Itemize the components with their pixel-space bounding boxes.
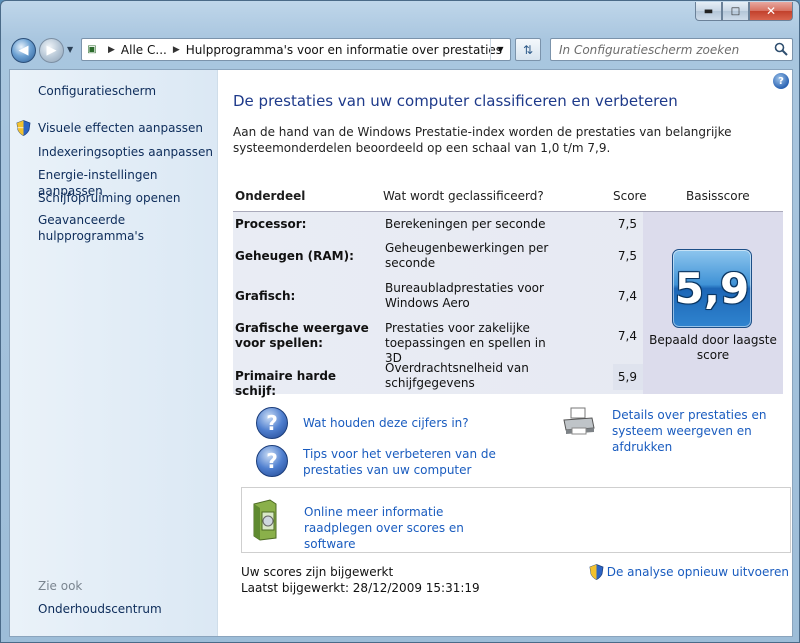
header-component: Onderdeel xyxy=(235,189,306,203)
address-dropdown-icon[interactable]: ▼ xyxy=(490,39,510,60)
page-title: De prestaties van uw computer classifice… xyxy=(233,92,678,110)
row-component: Primaire harde schijf: xyxy=(235,369,337,398)
improve-tips-link[interactable]: Tips voor het verbeteren van de prestati… xyxy=(303,446,503,478)
caption-buttons: ▬ □ ✕ xyxy=(695,2,793,21)
row-score-lowest: 5,9 xyxy=(613,364,643,390)
search-input[interactable]: In Configuratiescherm zoeken xyxy=(550,38,793,61)
control-panel-window: ▬ □ ✕ ◀ ▶ ▼ ▣ ▶ Alle C... ▶ Hulpprogramm… xyxy=(0,0,800,643)
maximize-button[interactable]: □ xyxy=(722,2,749,21)
page-description: Aan de hand van de Windows Prestatie-ind… xyxy=(233,125,732,155)
breadcrumb-chevron-icon[interactable]: ▶ xyxy=(108,45,115,55)
row-score: 7,4 xyxy=(617,329,637,343)
header-rated: Wat wordt geclassificeerd? xyxy=(383,189,544,203)
client-area: Configuratiescherm Visuele effecten aanp… xyxy=(9,69,793,637)
update-status: Uw scores zijn bijgewerkt Laatst bijgewe… xyxy=(241,564,480,596)
rerun-label[interactable]: De analyse opnieuw uitvoeren xyxy=(607,565,789,579)
row-score: 7,5 xyxy=(617,249,637,263)
breadcrumb-current[interactable]: Hulpprogramma's voor en informatie over … xyxy=(186,43,502,57)
main-content: ? De prestaties van uw computer classifi… xyxy=(219,70,793,636)
navigation-bar: ◀ ▶ ▼ ▣ ▶ Alle C... ▶ Hulpprogramma's vo… xyxy=(9,35,793,65)
uac-shield-icon xyxy=(589,564,604,580)
table-row: Grafisch: Bureaubladprestaties voor Wind… xyxy=(233,280,643,320)
sidebar-item-indexing-options[interactable]: Indexeringsopties aanpassen xyxy=(38,144,213,160)
details-print-link[interactable]: Details over prestaties en systeem weerg… xyxy=(612,407,797,455)
minimize-button[interactable]: ▬ xyxy=(695,2,722,21)
arrow-right-icon: ▶ xyxy=(46,43,57,58)
refresh-button[interactable]: ⇅ xyxy=(515,38,541,61)
question-icon: ? xyxy=(256,407,288,439)
rerun-assessment-link[interactable]: De analyse opnieuw uitvoeren xyxy=(589,564,789,580)
table-header: Onderdeel Wat wordt geclassificeerd? Sco… xyxy=(233,181,783,212)
sidebar-home-link[interactable]: Configuratiescherm xyxy=(38,83,156,99)
refresh-icon: ⇅ xyxy=(522,42,534,57)
breadcrumb-root[interactable]: Alle C... xyxy=(121,43,167,57)
table-body: Processor: Berekeningen per seconde 7,5 … xyxy=(233,212,783,398)
row-rated: Overdrachtsnelheid van schijfgegevens xyxy=(385,361,529,390)
row-score: 7,5 xyxy=(617,217,637,231)
base-score-caption: Bepaald door laagste score xyxy=(649,333,777,362)
printer-icon xyxy=(563,407,595,435)
table-row: Grafische weergave voor spellen: Prestat… xyxy=(233,320,643,365)
search-icon[interactable] xyxy=(774,42,788,56)
row-rated: Berekeningen per seconde xyxy=(385,217,546,231)
help-icon: ? xyxy=(778,75,784,87)
row-component: Processor: xyxy=(235,217,307,231)
sidebar-item-advanced-tools[interactable]: Geavanceerde hulpprogramma's xyxy=(38,212,158,244)
base-score-panel: 5,9 Bepaald door laagste score xyxy=(643,212,783,394)
software-box-icon xyxy=(253,499,277,541)
row-rated: Bureaubladprestaties voor Windows Aero xyxy=(385,281,544,310)
address-bar[interactable]: ▣ ▶ Alle C... ▶ Hulpprogramma's voor en … xyxy=(81,38,511,61)
sidebar-item-disk-cleanup[interactable]: Schijfopruiming openen xyxy=(38,190,181,206)
table-row: Primaire harde schijf: Overdrachtsnelhei… xyxy=(233,360,643,400)
breadcrumb-chevron-icon[interactable]: ▶ xyxy=(173,45,180,55)
back-button[interactable]: ◀ xyxy=(11,38,36,63)
row-component: Grafische weergave voor spellen: xyxy=(235,321,369,350)
status-line-updated: Uw scores zijn bijgewerkt xyxy=(241,565,394,579)
header-base-score: Basisscore xyxy=(686,189,750,203)
row-component: Grafisch: xyxy=(235,289,296,303)
status-line-last-updated: Laatst bijgewerkt: 28/12/2009 15:31:19 xyxy=(241,581,480,595)
arrow-left-icon: ◀ xyxy=(18,43,29,58)
online-info-box: Online meer informatie raadplegen over s… xyxy=(241,487,791,553)
question-icon: ? xyxy=(256,445,288,477)
header-score: Score xyxy=(613,189,647,203)
search-placeholder: In Configuratiescherm zoeken xyxy=(559,42,740,57)
sidebar-item-visual-effects[interactable]: Visuele effecten aanpassen xyxy=(38,120,203,136)
uac-shield-icon xyxy=(16,120,31,136)
task-pane: Configuratiescherm Visuele effecten aanp… xyxy=(10,70,218,636)
close-button[interactable]: ✕ xyxy=(749,2,793,21)
help-button[interactable]: ? xyxy=(773,73,789,89)
online-info-link[interactable]: Online meer informatie raadplegen over s… xyxy=(304,504,504,552)
see-also-heading: Zie ook xyxy=(38,579,83,593)
forward-button[interactable]: ▶ xyxy=(39,38,64,63)
title-bar[interactable]: ▬ □ ✕ xyxy=(1,1,799,31)
recent-pages-dropdown[interactable]: ▼ xyxy=(67,45,73,54)
what-scores-mean-link[interactable]: Wat houden deze cijfers in? xyxy=(303,415,469,431)
score-table: Onderdeel Wat wordt geclassificeerd? Sco… xyxy=(233,181,783,398)
control-panel-icon: ▣ xyxy=(87,44,97,55)
row-component: Geheugen (RAM): xyxy=(235,249,354,263)
row-score: 7,4 xyxy=(617,289,637,303)
row-rated: Geheugenbewerkingen per seconde xyxy=(385,241,549,270)
base-score-badge: 5,9 xyxy=(672,249,752,328)
sidebar-item-action-center[interactable]: Onderhoudscentrum xyxy=(38,601,162,617)
table-row: Geheugen (RAM): Geheugenbewerkingen per … xyxy=(233,240,643,280)
